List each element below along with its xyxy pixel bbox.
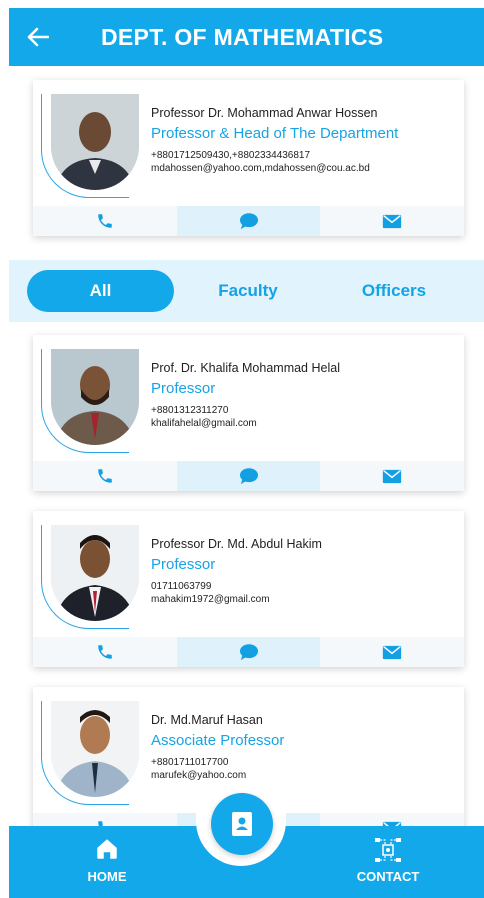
message-button[interactable] xyxy=(176,637,321,667)
filter-tabs: All Faculty Officers xyxy=(9,260,484,322)
action-row xyxy=(33,637,465,667)
home-icon xyxy=(97,839,117,859)
phone-icon xyxy=(98,469,112,483)
nav-home-label: HOME xyxy=(87,869,127,884)
chat-bubble-icon xyxy=(239,644,258,661)
page-title: DEPT. OF MATHEMATICS xyxy=(101,23,384,50)
message-button[interactable] xyxy=(176,206,321,236)
chat-bubble-icon xyxy=(239,213,258,230)
network-icon xyxy=(375,838,401,862)
mail-button[interactable] xyxy=(320,637,465,667)
member-name: Prof. Dr. Khalifa Mohammad Helal xyxy=(151,361,340,375)
call-button[interactable] xyxy=(33,637,177,667)
mail-button[interactable] xyxy=(320,461,465,491)
tab-all[interactable]: All xyxy=(27,270,174,312)
message-button[interactable] xyxy=(176,461,321,491)
mail-button[interactable] xyxy=(320,206,465,236)
member-phone: +8801312311270 xyxy=(151,405,229,416)
phone-icon xyxy=(98,645,112,659)
avatar xyxy=(51,349,139,445)
tab-officers[interactable]: Officers xyxy=(324,270,464,312)
head-card: Professor Dr. Mohammad Anwar Hossen Prof… xyxy=(33,80,465,236)
nav-contact-label: CONTACT xyxy=(356,869,420,884)
member-card: Professor Dr. Md. Abdul Hakim Professor … xyxy=(33,511,465,667)
member-name: Professor Dr. Mohammad Anwar Hossen xyxy=(151,106,378,120)
back-button[interactable] xyxy=(9,8,67,66)
contact-book-icon xyxy=(232,812,252,836)
member-designation: Professor xyxy=(151,380,216,397)
call-button[interactable] xyxy=(33,206,177,236)
member-designation: Professor xyxy=(151,556,216,573)
member-phone: +8801712509430,+8802334436817 xyxy=(151,150,311,161)
envelope-icon xyxy=(383,214,402,228)
member-designation: Professor & Head of The Department xyxy=(151,125,399,142)
directory-fab-button[interactable] xyxy=(211,793,273,855)
nav-contact[interactable]: CONTACT xyxy=(347,836,429,884)
member-name: Professor Dr. Md. Abdul Hakim xyxy=(151,537,322,551)
nav-home[interactable]: HOME xyxy=(83,836,131,884)
avatar xyxy=(51,701,139,797)
envelope-icon xyxy=(383,645,402,659)
member-phone: +8801711017700 xyxy=(151,757,229,768)
member-email: khalifahelal@gmail.com xyxy=(151,418,257,429)
member-card: Prof. Dr. Khalifa Mohammad Helal Profess… xyxy=(33,335,465,491)
member-email: marufek@yahoo.com xyxy=(151,770,247,781)
member-phone: 01711063799 xyxy=(151,581,212,592)
tab-faculty[interactable]: Faculty xyxy=(176,270,320,312)
chat-bubble-icon xyxy=(239,468,258,485)
member-email: mdahossen@yahoo.com,mdahossen@cou.ac.bd xyxy=(151,163,370,174)
arrow-left-icon xyxy=(27,27,49,47)
member-designation: Associate Professor xyxy=(151,732,285,749)
avatar xyxy=(51,94,139,190)
action-row xyxy=(33,206,465,236)
member-name: Dr. Md.Maruf Hasan xyxy=(151,713,263,727)
action-row xyxy=(33,461,465,491)
avatar xyxy=(51,525,139,621)
envelope-icon xyxy=(383,469,402,483)
app-bar: DEPT. OF MATHEMATICS xyxy=(9,8,484,66)
call-button[interactable] xyxy=(33,461,177,491)
member-email: mahakim1972@gmail.com xyxy=(151,594,270,605)
phone-icon xyxy=(98,214,112,228)
